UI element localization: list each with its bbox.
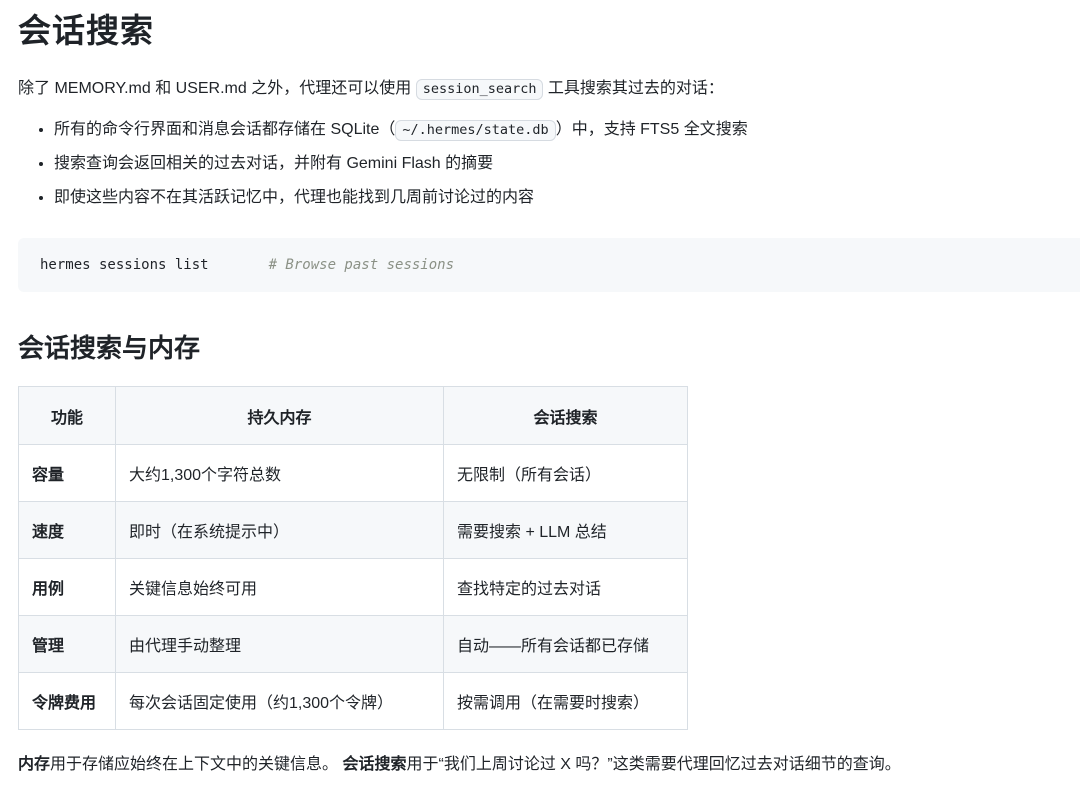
table-row: 令牌费用每次会话固定使用（约1,300个令牌）按需调用（在需要时搜索） [19, 673, 688, 730]
column-header-session-search: 会话搜索 [444, 387, 688, 445]
summary-text-1: 用于存储应始终在上下文中的关键信息。 [50, 756, 342, 773]
intro-text-after: 工具搜索其过去的对话： [543, 80, 723, 97]
column-header-feature: 功能 [19, 387, 116, 445]
list-item: 即使这些内容不在其活跃记忆中，代理也能找到几周前讨论过的内容 [54, 188, 1080, 208]
code-comment: # Browse past sessions [269, 257, 454, 273]
summary-text-2: 用于“我们上周讨论过 X 吗？”这类需要代理回忆过去对话细节的查询。 [406, 756, 900, 773]
page-title: 会话搜索 [18, 6, 1080, 51]
table-cell: 需要搜索 + LLM 总结 [444, 502, 688, 559]
document-page: 会话搜索 除了 MEMORY.md 和 USER.md 之外，代理还可以使用 s… [0, 0, 1080, 777]
table-row: 管理由代理手动整理自动——所有会话都已存储 [19, 616, 688, 673]
comparison-table: 功能 持久内存 会话搜索 容量大约1,300个字符总数无限制（所有会话）速度即时… [18, 386, 688, 730]
inline-code-session-search: session_search [416, 79, 544, 100]
row-header-cell: 容量 [19, 445, 116, 502]
list-item: 搜索查询会返回相关的过去对话，并附有 Gemini Flash 的摘要 [54, 154, 1080, 174]
table-row: 容量大约1,300个字符总数无限制（所有会话） [19, 445, 688, 502]
code-command: hermes sessions list [40, 257, 209, 273]
table-header: 功能 持久内存 会话搜索 [19, 387, 688, 445]
table-cell: 查找特定的过去对话 [444, 559, 688, 616]
row-header-cell: 令牌费用 [19, 673, 116, 730]
table-cell: 无限制（所有会话） [444, 445, 688, 502]
list-item-text-before: 所有的命令行界面和消息会话都存储在 SQLite（ [54, 121, 395, 138]
code-block: hermes sessions list # Browse past sessio… [18, 238, 1080, 292]
row-header-cell: 管理 [19, 616, 116, 673]
feature-list: 所有的命令行界面和消息会话都存储在 SQLite（~/.hermes/state… [18, 120, 1080, 208]
intro-paragraph: 除了 MEMORY.md 和 USER.md 之外，代理还可以使用 sessio… [18, 78, 1080, 100]
table-cell: 大约1,300个字符总数 [116, 445, 444, 502]
column-header-persistent-memory: 持久内存 [116, 387, 444, 445]
intro-text-before: 除了 MEMORY.md 和 USER.md 之外，代理还可以使用 [18, 80, 416, 97]
table-cell: 每次会话固定使用（约1,300个令牌） [116, 673, 444, 730]
table-body: 容量大约1,300个字符总数无限制（所有会话）速度即时（在系统提示中）需要搜索 … [19, 445, 688, 730]
table-cell: 自动——所有会话都已存储 [444, 616, 688, 673]
table-cell: 关键信息始终可用 [116, 559, 444, 616]
summary-bold-memory: 内存 [18, 756, 50, 773]
table-cell: 即时（在系统提示中） [116, 502, 444, 559]
section-title: 会话搜索与内存 [18, 332, 1080, 365]
table-row: 速度即时（在系统提示中）需要搜索 + LLM 总结 [19, 502, 688, 559]
list-item: 所有的命令行界面和消息会话都存储在 SQLite（~/.hermes/state… [54, 120, 1080, 140]
list-item-text-after: ）中，支持 FTS5 全文搜索 [556, 121, 748, 138]
summary-bold-session-search: 会话搜索 [342, 756, 406, 773]
table-header-row: 功能 持久内存 会话搜索 [19, 387, 688, 445]
inline-code-db-path: ~/.hermes/state.db [395, 120, 555, 141]
table-row: 用例关键信息始终可用查找特定的过去对话 [19, 559, 688, 616]
row-header-cell: 速度 [19, 502, 116, 559]
table-cell: 由代理手动整理 [116, 616, 444, 673]
row-header-cell: 用例 [19, 559, 116, 616]
table-cell: 按需调用（在需要时搜索） [444, 673, 688, 730]
summary-paragraph: 内存用于存储应始终在上下文中的关键信息。 会话搜索用于“我们上周讨论过 X 吗？… [18, 754, 1080, 776]
